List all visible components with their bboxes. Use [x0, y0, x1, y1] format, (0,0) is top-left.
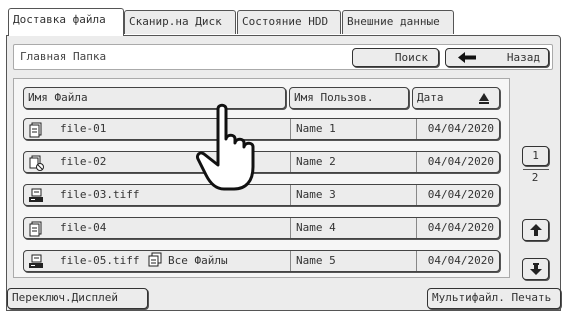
file-name: file-02: [60, 155, 107, 168]
tab-hdd-status[interactable]: Состояние HDD: [237, 10, 341, 34]
arrow-down-icon: [530, 263, 542, 275]
page-total: 2: [531, 171, 539, 184]
scroll-up-button[interactable]: [522, 219, 549, 241]
file-row[interactable]: file-04 Name 4 04/04/2020: [23, 217, 500, 239]
file-user: Name 2: [290, 152, 416, 172]
sort-bar-icon: [479, 102, 489, 104]
file-user: Name 3: [290, 185, 416, 205]
file-date: 04/04/2020: [416, 251, 499, 271]
pointing-hand-icon: [196, 103, 255, 191]
arrow-left-icon: [458, 52, 476, 63]
scan-job-icon: [29, 254, 43, 268]
print-job-restricted-icon: [29, 155, 44, 171]
multi-file-print-button[interactable]: Мультифайл. Печать: [427, 288, 561, 309]
arrow-up-icon: [530, 224, 542, 236]
sort-ascending-icon: [479, 93, 489, 101]
folder-bar: Главная Папка Поиск Назад: [13, 44, 553, 70]
file-user: Name 1: [290, 119, 416, 139]
column-header-user-name[interactable]: Имя Пользов.: [289, 87, 409, 109]
pagination: 1 2: [517, 78, 553, 280]
file-name: file-01: [60, 122, 107, 135]
folder-title: Главная Папка: [20, 50, 107, 63]
tab-external-data[interactable]: Внешние данные: [342, 10, 454, 34]
file-name: file-04: [60, 221, 107, 234]
file-date: 04/04/2020: [416, 152, 499, 172]
file-date: 04/04/2020: [416, 185, 499, 205]
file-user: Name 4: [290, 218, 416, 238]
column-header-date-label: Дата: [417, 91, 444, 104]
file-date: 04/04/2020: [416, 119, 499, 139]
all-files-icon: [148, 252, 162, 267]
file-date: 04/04/2020: [416, 218, 499, 238]
print-job-icon: [29, 221, 42, 237]
print-job-icon: [29, 122, 42, 138]
column-header-user-name-label: Имя Пользов.: [294, 91, 374, 104]
file-name: file-03.tiff: [60, 188, 140, 201]
page-current-button[interactable]: 1: [522, 146, 549, 166]
scroll-down-button[interactable]: [522, 258, 549, 280]
column-header-file-name-label: Имя Файла: [28, 91, 88, 104]
tab-bar: Доставка файла Сканир.на Диск Состояние …: [6, 4, 561, 36]
display-mode-label: Все Файлы: [168, 254, 228, 267]
scan-job-icon: [29, 188, 43, 202]
file-name: file-05.tiff: [60, 254, 140, 267]
column-header-date[interactable]: Дата: [412, 87, 500, 109]
file-delivery-panel: Главная Папка Поиск Назад Имя Файла Имя …: [6, 35, 561, 311]
back-button-label: Назад: [506, 51, 540, 64]
file-row[interactable]: file-05.tiff Name 5 04/04/2020: [23, 250, 500, 272]
tab-file-delivery[interactable]: Доставка файла: [8, 8, 124, 36]
file-user: Name 5: [290, 251, 416, 271]
page-divider: [523, 169, 549, 170]
tab-scan-to-disk[interactable]: Сканир.на Диск: [124, 10, 236, 34]
search-button[interactable]: Поиск: [352, 48, 439, 67]
back-button[interactable]: Назад: [445, 48, 549, 67]
switch-display-button[interactable]: Переключ.Дисплей: [7, 288, 148, 309]
